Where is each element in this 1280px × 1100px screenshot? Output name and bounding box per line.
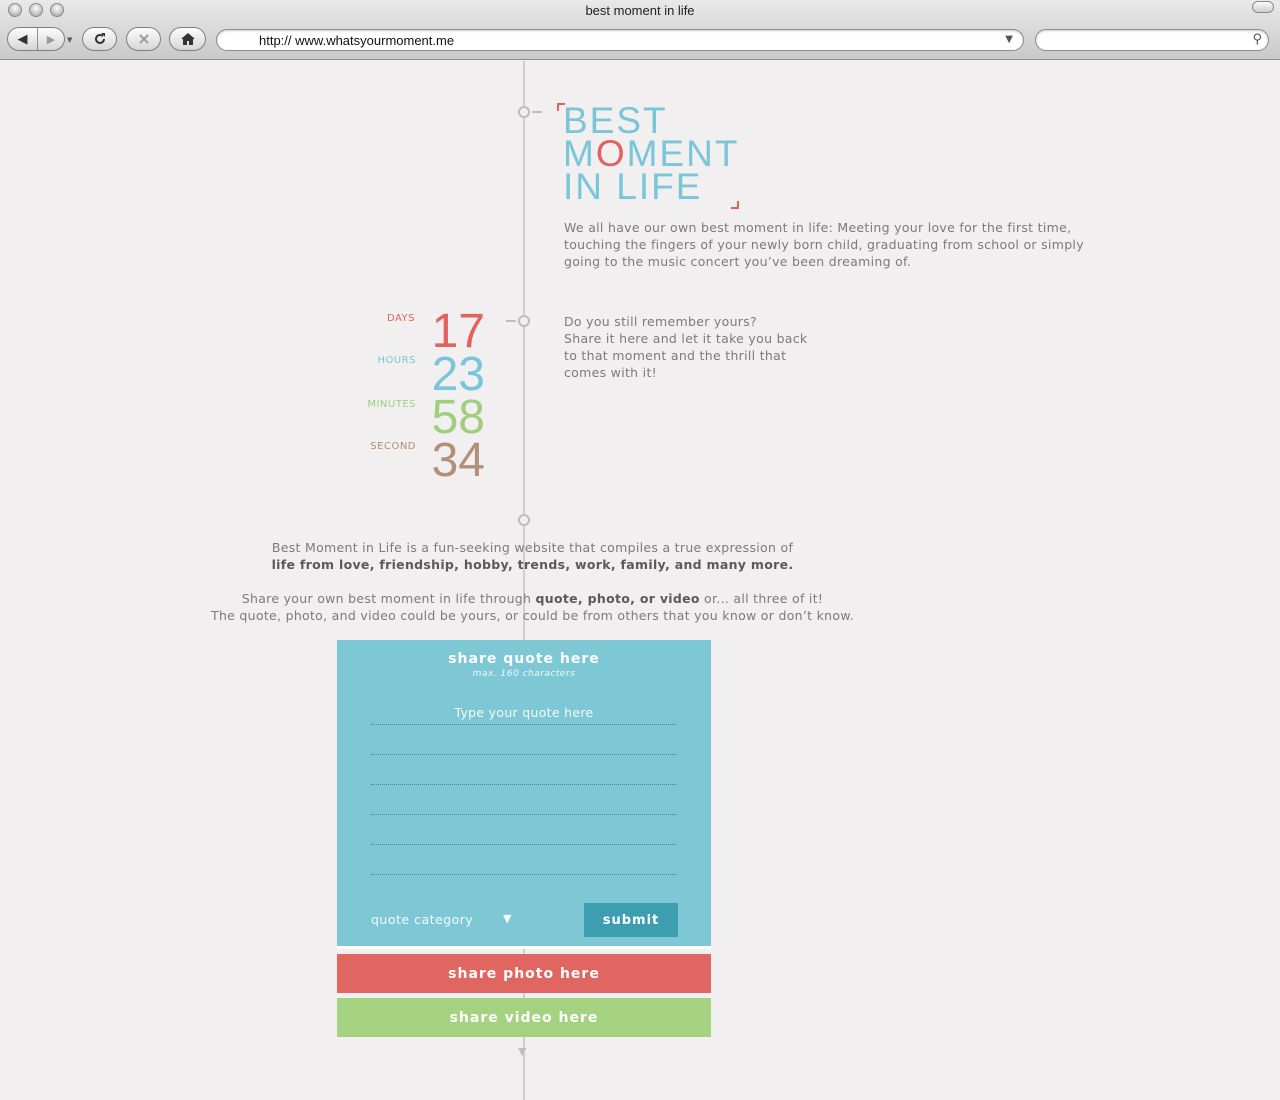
about-share-types: quote, photo, or video bbox=[535, 591, 700, 606]
dropdown-arrow-icon[interactable]: ▼ bbox=[503, 912, 511, 925]
intro-text: We all have our own best moment in life:… bbox=[564, 220, 1084, 269]
timeline-node bbox=[518, 514, 530, 526]
about-source-line: The quote, photo, and video could be you… bbox=[211, 608, 854, 623]
url-text: http:// www.whatsyourmoment.me bbox=[259, 33, 455, 48]
about-share-pre: Share your own best moment in life throu… bbox=[241, 591, 536, 606]
browser-search-input[interactable]: ⚲ bbox=[1035, 29, 1269, 51]
page-title: BEST MOMENT IN LIFE bbox=[563, 102, 739, 207]
quote-line[interactable] bbox=[371, 793, 677, 815]
remember-text: Do you still remember yours? Share it he… bbox=[564, 314, 808, 380]
stop-button[interactable] bbox=[126, 27, 161, 51]
home-icon bbox=[180, 33, 195, 45]
home-button[interactable] bbox=[169, 27, 206, 51]
seconds-value: 34 bbox=[431, 434, 485, 487]
about-paragraph-2: Share your own best moment in life throu… bbox=[180, 590, 885, 624]
quote-line[interactable] bbox=[371, 853, 677, 875]
share-quote-panel: share quote here max. 160 characters Typ… bbox=[337, 640, 711, 949]
reload-icon bbox=[94, 33, 105, 44]
title-corner-bottom-right bbox=[731, 201, 739, 209]
title-line-3: IN LIFE bbox=[563, 166, 703, 207]
address-bar[interactable]: http:// www.whatsyourmoment.me ▼ bbox=[216, 29, 1024, 51]
window-title: best moment in life bbox=[585, 3, 695, 18]
about-line: Best Moment in Life is a fun-seeking web… bbox=[271, 540, 794, 555]
quote-line[interactable] bbox=[371, 823, 677, 845]
share-video-button[interactable]: share video here bbox=[337, 998, 711, 1037]
back-button[interactable]: ◀ bbox=[8, 28, 38, 50]
quote-line[interactable] bbox=[371, 733, 677, 755]
quote-category-select[interactable]: quote category bbox=[371, 912, 473, 927]
about-paragraph-1: Best Moment in Life is a fun-seeking web… bbox=[180, 539, 885, 573]
timeline-node bbox=[518, 106, 530, 118]
back-arrow-icon: ◀ bbox=[17, 31, 28, 47]
quote-line[interactable] bbox=[371, 703, 677, 725]
forward-button[interactable]: ▶ bbox=[38, 33, 64, 46]
about-categories: life from love, friendship, hobby, trend… bbox=[271, 557, 794, 572]
submit-button[interactable]: submit bbox=[584, 903, 678, 937]
forward-arrow-icon: ▶ bbox=[46, 32, 56, 46]
timeline-connector bbox=[506, 320, 516, 322]
stop-icon bbox=[138, 34, 149, 44]
about-share-post: or... all three of it! bbox=[699, 591, 824, 606]
share-quote-title: share quote here bbox=[448, 651, 600, 667]
search-icon: ⚲ bbox=[1252, 32, 1262, 47]
about-share-line: Share your own best moment in life throu… bbox=[180, 590, 885, 607]
scroll-down-icon: ▼ bbox=[518, 1045, 527, 1058]
reload-button[interactable] bbox=[82, 27, 117, 51]
timeline-connector bbox=[532, 111, 542, 113]
back-forward-group: ◀ ▶ bbox=[7, 27, 65, 51]
character-limit: max. 160 characters bbox=[472, 669, 576, 679]
browser-toolbar: best moment in life ◀ ▶ ▼ http:// www.wh… bbox=[0, 0, 1280, 60]
share-photo-button[interactable]: share photo here bbox=[337, 954, 711, 993]
timeline-node bbox=[518, 315, 530, 327]
url-dropdown-icon[interactable]: ▼ bbox=[1005, 34, 1013, 45]
toolbar-toggle-button[interactable] bbox=[1252, 1, 1274, 13]
history-dropdown-icon[interactable]: ▼ bbox=[67, 36, 72, 44]
quote-line[interactable] bbox=[371, 763, 677, 785]
